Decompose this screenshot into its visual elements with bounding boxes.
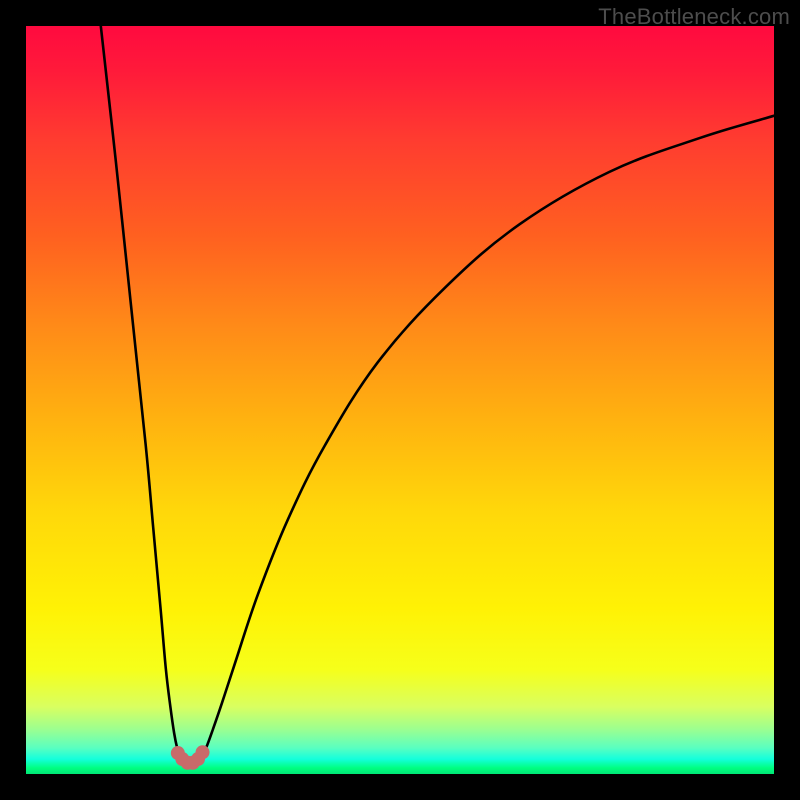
plot-area [26,26,774,774]
marker-dot-5 [196,745,210,759]
chart-container: TheBottleneck.com [0,0,800,800]
marker-cluster-group [171,745,210,769]
curve-right-branch [198,116,774,763]
curve-series-group [101,26,774,763]
curve-left-branch [101,26,183,763]
curve-layer [26,26,774,774]
